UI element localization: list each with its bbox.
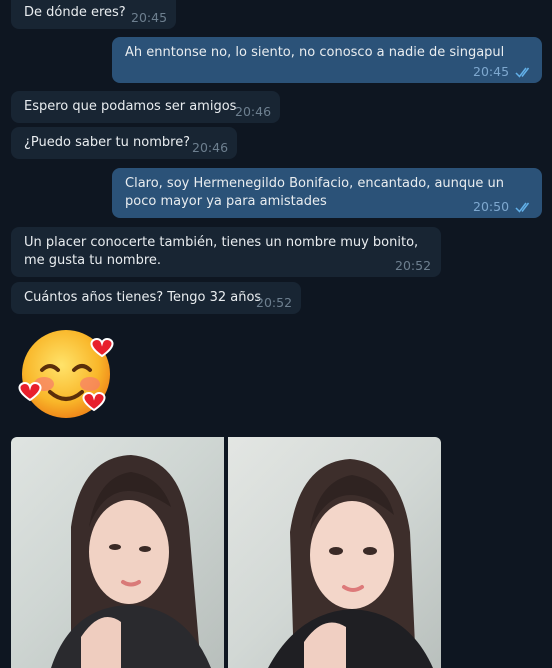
message-time: 20:46 [235,104,272,119]
message-text: Un placer conocerte también, tienes un n… [24,235,419,268]
message-text: Espero que podamos ser amigos [24,99,237,114]
woman-portrait-image [268,459,433,668]
message-time: 20:52 [256,295,293,310]
message-time: 20:45 [473,64,510,79]
message-text: Claro, soy Hermenegildo Bonifacio, encan… [125,176,504,209]
message-bubble-outgoing[interactable]: Claro, soy Hermenegildo Bonifacio, encan… [112,168,542,218]
double-check-read-icon [515,67,530,78]
message-bubble-outgoing[interactable]: Ah enntonse no, lo siento, no conosco a … [112,37,542,83]
photo-woman-selfie-1[interactable] [11,437,224,668]
message-text: Ah enntonse no, lo siento, no conosco a … [125,45,505,60]
double-check-read-icon [515,202,530,213]
message-bubble-incoming[interactable]: Cuántos años tienes? Tengo 32 años 20:52 [11,282,301,314]
message-bubble-incoming[interactable]: Un placer conocerte también, tienes un n… [11,227,441,277]
photo-woman-selfie-2[interactable] [228,437,441,668]
message-text: De dónde eres? [24,5,126,20]
message-time: 20:52 [395,258,432,273]
message-time: 20:45 [131,10,168,25]
message-time: 20:46 [192,140,229,155]
message-bubble-incoming[interactable]: ¿Puedo saber tu nombre? 20:46 [11,127,237,159]
message-bubble-incoming[interactable]: De dónde eres? 20:45 [11,0,176,29]
smiling-face-with-hearts-icon[interactable] [18,328,118,420]
message-text: ¿Puedo saber tu nombre? [24,135,191,150]
message-text: Cuántos años tienes? Tengo 32 años [24,290,262,305]
woman-portrait-image [51,455,211,668]
message-time: 20:50 [473,199,510,214]
message-bubble-incoming[interactable]: Espero que podamos ser amigos 20:46 [11,91,280,123]
chat-window: { "messages": [ {"text": "De dónde eres?… [0,0,552,668]
